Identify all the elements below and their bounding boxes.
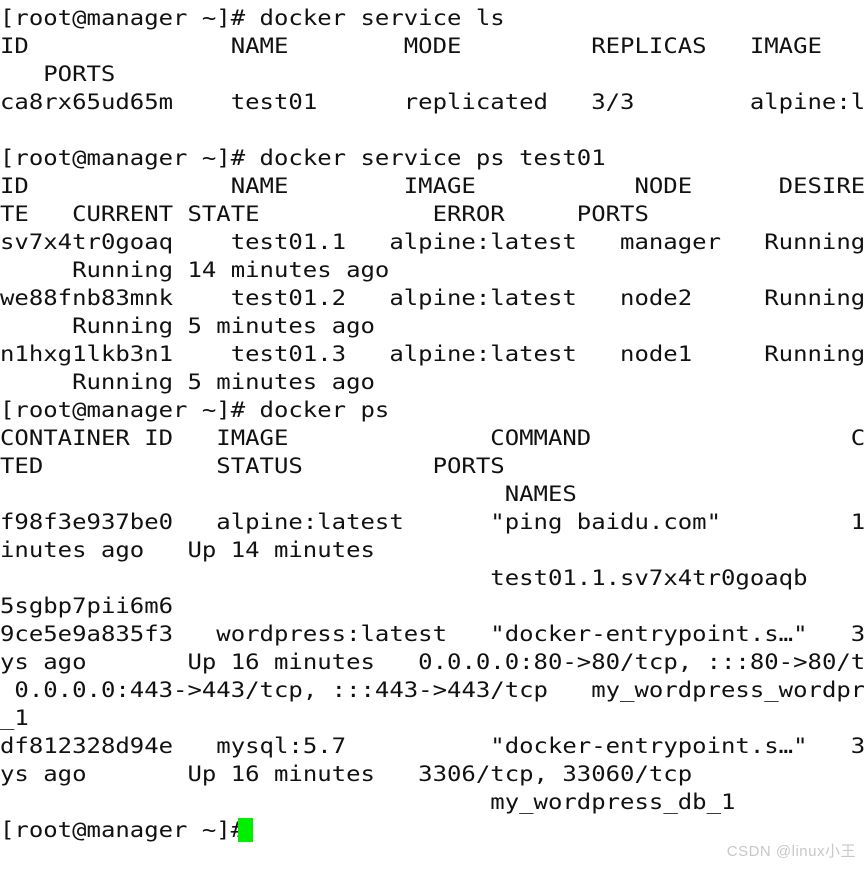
terminal-line-text: ys ago Up 16 minutes 3306/tcp, 33060/tcp (0, 762, 693, 786)
terminal-line: inutes ago Up 14 minutes (0, 536, 864, 564)
terminal-line-text: TE CURRENT STATE ERROR PORTS (0, 202, 649, 226)
terminal-line: [root@manager ~]# docker ps (0, 396, 864, 424)
terminal-line-text: n1hxg1lkb3n1 test01.3 alpine:latest node… (0, 342, 864, 366)
terminal-line-text: we88fnb83mnk test01.2 alpine:latest node… (0, 286, 864, 310)
terminal-line: ca8rx65ud65m test01 replicated 3/3 alpin… (0, 88, 864, 116)
terminal-line: NAMES (0, 480, 864, 508)
terminal-output: [root@manager ~]# docker service ls ID NA… (0, 4, 864, 872)
terminal-window[interactable]: [root@manager ~]# docker service ls ID NA… (0, 0, 864, 872)
terminal-line: df812328d94e mysql:5.7 "docker-entrypoin… (0, 732, 864, 760)
terminal-line: ID NAME MODE REPLICAS IMAGE (0, 32, 864, 60)
terminal-line-text (0, 844, 13, 872)
terminal-line: n1hxg1lkb3n1 test01.3 alpine:latest node… (0, 340, 864, 368)
terminal-line-text: 9ce5e9a835f3 wordpress:latest "docker-en… (0, 622, 864, 646)
terminal-line-text: inutes ago Up 14 minutes (0, 538, 375, 562)
terminal-line: Running 5 minutes ago (0, 312, 864, 340)
terminal-line (0, 116, 864, 144)
terminal-line: test01.1.sv7x4tr0goaqb (0, 564, 864, 592)
terminal-line: TE CURRENT STATE ERROR PORTS (0, 200, 864, 228)
terminal-line: [root@manager ~]# docker service ps test… (0, 144, 864, 172)
terminal-line-text: _1 (0, 706, 29, 730)
terminal-line: [root@manager ~]# docker service ls (0, 4, 864, 32)
csdn-watermark: CSDN @linux小王 (726, 843, 856, 860)
terminal-line: 5sgbp7pii6m6 (0, 592, 864, 620)
terminal-line-text: df812328d94e mysql:5.7 "docker-entrypoin… (0, 734, 864, 758)
terminal-line-text: [root@manager ~]# docker ps (0, 398, 390, 422)
terminal-line: 0.0.0.0:443->443/tcp, :::443->443/tcp my… (0, 676, 864, 704)
terminal-line-text: ID NAME MODE REPLICAS IMAGE (0, 34, 822, 58)
terminal-line-text (0, 116, 13, 144)
terminal-line-text: my_wordpress_db_1 (0, 790, 736, 814)
terminal-line-text: Running 5 minutes ago (0, 314, 375, 338)
terminal-line-text: PORTS (0, 62, 116, 86)
terminal-line-text: [root@manager ~]# docker service ps test… (0, 146, 606, 170)
terminal-line-text: sv7x4tr0goaq test01.1 alpine:latest mana… (0, 230, 864, 254)
terminal-line-text: Running 14 minutes ago (0, 258, 390, 282)
terminal-line-text: f98f3e937be0 alpine:latest "ping baidu.c… (0, 510, 864, 534)
terminal-line-text: NAMES (0, 482, 577, 506)
terminal-line: TED STATUS PORTS (0, 452, 864, 480)
terminal-line-text: Running 5 minutes ago (0, 370, 375, 394)
terminal-line-text: 0.0.0.0:443->443/tcp, :::443->443/tcp my… (0, 678, 864, 702)
terminal-line-text: test01.1.sv7x4tr0goaqb (0, 566, 808, 590)
terminal-cursor (238, 818, 253, 842)
terminal-line: ID NAME IMAGE NODE DESIRED STA (0, 172, 864, 200)
terminal-line-text: ys ago Up 16 minutes 0.0.0.0:80->80/tcp,… (0, 650, 864, 674)
terminal-line: sv7x4tr0goaq test01.1 alpine:latest mana… (0, 228, 864, 256)
terminal-line: Running 5 minutes ago (0, 368, 864, 396)
terminal-line-text: TED STATUS PORTS (0, 454, 505, 478)
terminal-line: _1 (0, 704, 864, 732)
terminal-line-text: [root@manager ~]# (0, 818, 260, 842)
terminal-line: PORTS (0, 60, 864, 88)
terminal-line: my_wordpress_db_1 (0, 788, 864, 816)
terminal-line-text: 5sgbp7pii6m6 (0, 594, 174, 618)
terminal-line: f98f3e937be0 alpine:latest "ping baidu.c… (0, 508, 864, 536)
terminal-line-text: [root@manager ~]# docker service ls (0, 6, 505, 30)
terminal-line: 9ce5e9a835f3 wordpress:latest "docker-en… (0, 620, 864, 648)
terminal-line: Running 14 minutes ago (0, 256, 864, 284)
terminal-line: we88fnb83mnk test01.2 alpine:latest node… (0, 284, 864, 312)
terminal-line: ys ago Up 16 minutes 3306/tcp, 33060/tcp (0, 760, 864, 788)
terminal-line-text: ca8rx65ud65m test01 replicated 3/3 alpin… (0, 90, 864, 114)
terminal-line: ys ago Up 16 minutes 0.0.0.0:80->80/tcp,… (0, 648, 864, 676)
terminal-line: CONTAINER ID IMAGE COMMAND CREA (0, 424, 864, 452)
terminal-line-text: ID NAME IMAGE NODE DESIRED STA (0, 174, 864, 198)
terminal-line-text: CONTAINER ID IMAGE COMMAND CREA (0, 426, 864, 450)
